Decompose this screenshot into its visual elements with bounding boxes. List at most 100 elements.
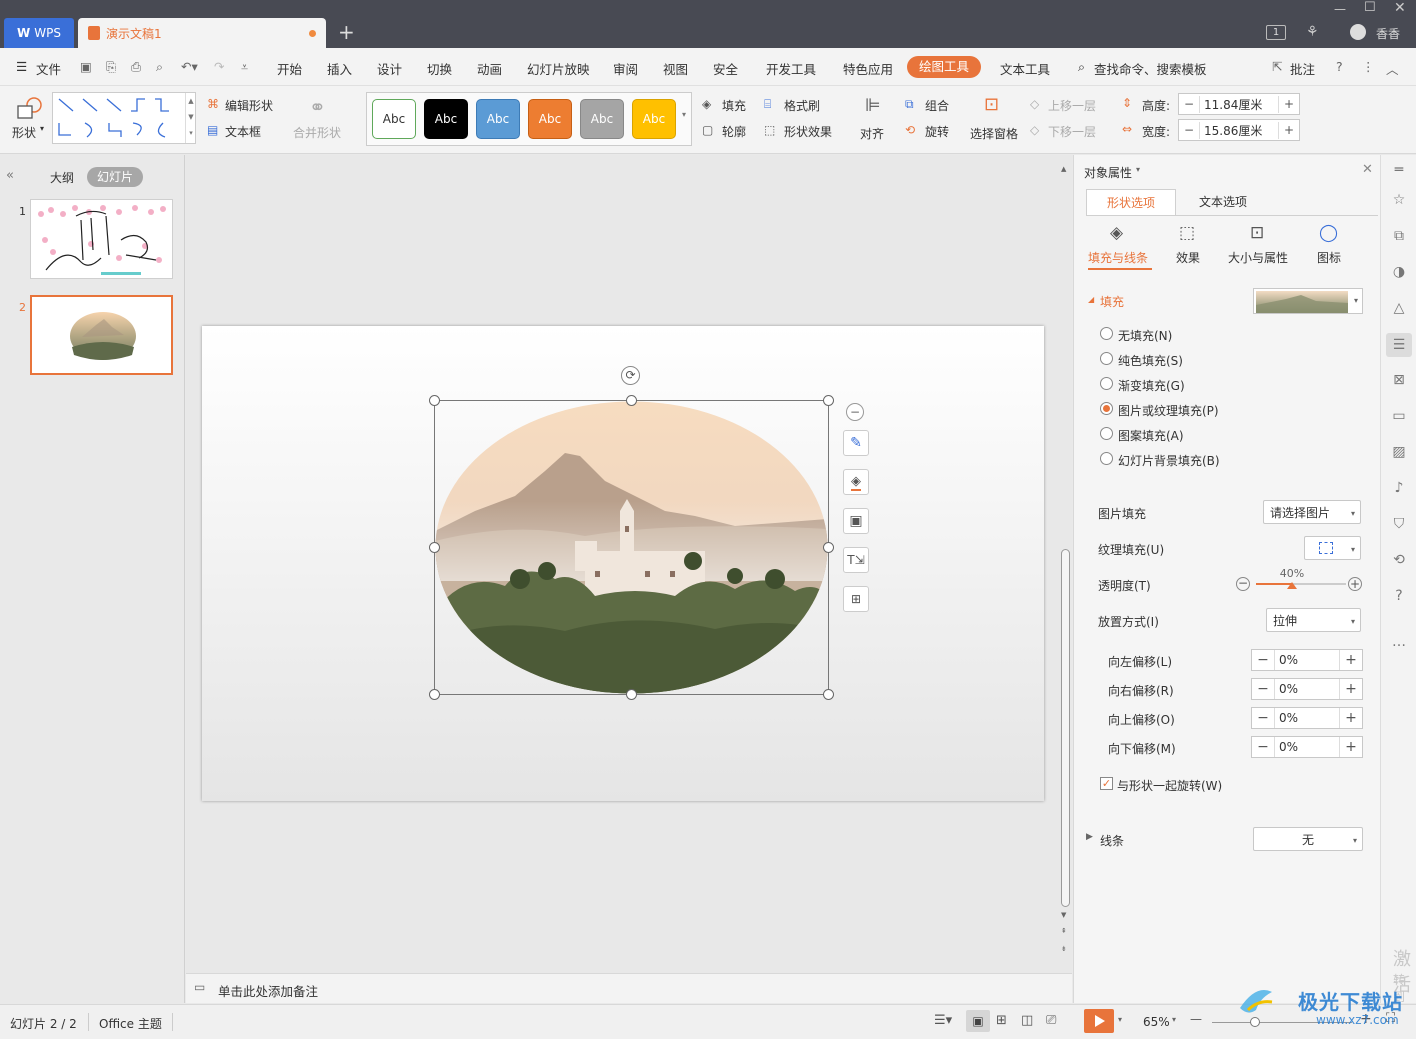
radio-picture-fill[interactable] (1100, 402, 1113, 415)
wps-home-tab[interactable]: W WPS (4, 18, 74, 48)
rotate-button[interactable]: 旋转 (925, 123, 949, 140)
theme-name[interactable]: Office 主题 (99, 1015, 162, 1032)
subtab-size-properties[interactable]: 大小与属性 (1228, 249, 1288, 266)
quick-access-dropdown-icon[interactable]: ⩡ (241, 59, 248, 75)
menu-view[interactable]: 视图 (663, 59, 688, 78)
offset-right-decrease[interactable]: − (1252, 679, 1274, 699)
width-value[interactable]: 15.86厘米 (1199, 121, 1279, 139)
radio-gradient-fill[interactable] (1100, 377, 1113, 390)
line-expand-icon[interactable]: ▶ (1086, 832, 1093, 842)
shield-icon[interactable]: ⛉ (1390, 515, 1408, 533)
subtab-effect[interactable]: 效果 (1176, 249, 1200, 266)
tab-shape-options[interactable]: 形状选项 (1086, 189, 1176, 216)
close-panel-icon[interactable]: ✕ (1362, 162, 1373, 177)
panel-title-dropdown-icon[interactable]: ▾ (1136, 165, 1140, 174)
radio-pattern-fill[interactable] (1100, 427, 1113, 440)
width-field[interactable]: − 15.86厘米 + (1178, 119, 1300, 141)
notes-placeholder[interactable]: 单击此处添加备注 (218, 981, 318, 1000)
document-tab[interactable]: 演示文稿1 (78, 18, 326, 48)
notes-bar[interactable]: ▭ 单击此处添加备注 (186, 973, 1072, 1003)
slide-thumbnail-1[interactable] (30, 199, 173, 279)
label-no-fill[interactable]: 无填充(N) (1118, 327, 1172, 344)
label-pattern-fill[interactable]: 图案填充(A) (1118, 427, 1184, 444)
width-increase-button[interactable]: + (1279, 123, 1299, 137)
shape-gallery[interactable]: ▲ ▼ ▾ (52, 92, 196, 144)
menu-transition[interactable]: 切换 (427, 59, 452, 78)
edit-shape-button[interactable]: 编辑形状 (225, 97, 273, 114)
scroll-down-icon[interactable]: ▼ (1061, 911, 1066, 919)
help-circle-icon[interactable]: ? (1390, 587, 1408, 605)
radio-solid-fill[interactable] (1100, 352, 1113, 365)
undo-icon[interactable]: ↶▾ (181, 59, 198, 74)
offset-top-decrease[interactable]: − (1252, 708, 1274, 728)
resize-handle-ne[interactable] (823, 395, 834, 406)
selected-picture-shape[interactable] (434, 400, 829, 695)
float-layout-icon[interactable]: ⊞ (843, 586, 869, 612)
style-blue[interactable]: Abc (476, 99, 520, 139)
properties-icon[interactable]: ☰ (1386, 333, 1412, 357)
line-dropdown[interactable]: 无 ▾ (1253, 827, 1363, 851)
radio-no-fill[interactable] (1100, 327, 1113, 340)
tab-text-options[interactable]: 文本选项 (1176, 189, 1270, 216)
picture-fill-dropdown[interactable]: 请选择图片 ▾ (1263, 500, 1361, 524)
close-window-icon[interactable]: ✕ (1394, 0, 1406, 16)
height-field[interactable]: − 11.84厘米 + (1178, 93, 1300, 115)
radio-slide-background-fill[interactable] (1100, 452, 1113, 465)
resize-handle-s[interactable] (626, 689, 637, 700)
avatar[interactable] (1350, 24, 1366, 40)
menu-animation[interactable]: 动画 (477, 59, 502, 78)
export-icon[interactable]: ⎘ (106, 59, 116, 75)
offset-right-value[interactable]: 0% (1274, 679, 1340, 699)
sorter-view-icon[interactable]: ⊞ (996, 1013, 1007, 1028)
style-gray[interactable]: Abc (580, 99, 624, 139)
style-gallery-more-icon[interactable]: ▾ (682, 110, 686, 119)
comment-icon[interactable]: ⇱ (1272, 59, 1282, 74)
command-search[interactable]: 查找命令、搜索模板 (1094, 59, 1207, 78)
menu-special-apps[interactable]: 特色应用 (843, 59, 893, 78)
height-decrease-button[interactable]: − (1179, 97, 1199, 111)
collapse-float-tools-icon[interactable]: − (846, 403, 864, 421)
rotate-with-shape-label[interactable]: 与形状一起旋转(W) (1117, 777, 1222, 794)
star-icon[interactable]: ☆ (1390, 191, 1408, 209)
resize-handle-sw[interactable] (429, 689, 440, 700)
height-increase-button[interactable]: + (1279, 97, 1299, 111)
rotate-with-shape-checkbox[interactable]: ✓ (1100, 777, 1113, 790)
bring-forward-button[interactable]: 上移一层 (1048, 97, 1096, 114)
offset-bottom-decrease[interactable]: − (1252, 737, 1274, 757)
menu-review[interactable]: 审阅 (613, 59, 638, 78)
label-gradient-fill[interactable]: 渐变填充(G) (1118, 377, 1185, 394)
offset-right-stepper[interactable]: −0% + (1251, 678, 1363, 700)
copy-icon[interactable]: ⧉ (1390, 227, 1408, 245)
menu-security[interactable]: 安全 (713, 59, 738, 78)
more-dots-icon[interactable]: … (1390, 633, 1408, 651)
comment-button[interactable]: 批注 (1290, 59, 1315, 78)
slide-thumbnail-2[interactable] (30, 295, 173, 375)
label-solid-fill[interactable]: 纯色填充(S) (1118, 352, 1183, 369)
menu-drawing-tools[interactable]: 绘图工具 (907, 56, 981, 78)
next-slide-icon[interactable]: ⇟ (1061, 945, 1067, 953)
play-slideshow-button[interactable] (1084, 1009, 1114, 1033)
image-edit-icon[interactable]: ⊠ (1390, 371, 1408, 389)
more-icon[interactable]: ⋮ (1362, 59, 1375, 74)
print-preview-icon[interactable]: ⌕ (156, 59, 163, 75)
help-icon[interactable]: ? (1336, 59, 1343, 74)
normal-view-icon[interactable]: ▣ (966, 1010, 990, 1032)
picture-icon[interactable]: ▨ (1390, 443, 1408, 461)
transparency-slider-thumb[interactable] (1287, 582, 1297, 589)
offset-right-increase[interactable]: + (1340, 679, 1362, 699)
menu-text-tools[interactable]: 文本工具 (1000, 59, 1050, 78)
resize-handle-e[interactable] (823, 542, 834, 553)
texture-fill-dropdown[interactable]: ▾ (1304, 536, 1361, 560)
history-icon[interactable]: ⟲ (1390, 551, 1408, 569)
resize-handle-w[interactable] (429, 542, 440, 553)
transparency-decrease-icon[interactable]: − (1236, 577, 1250, 591)
menu-developer[interactable]: 开发工具 (766, 59, 816, 78)
offset-bottom-increase[interactable]: + (1340, 737, 1362, 757)
style-black[interactable]: Abc (424, 99, 468, 139)
line-section-title[interactable]: 线条 (1100, 832, 1124, 849)
resize-handle-n[interactable] (626, 395, 637, 406)
transparency-slider[interactable]: 40% (1256, 567, 1346, 589)
menu-home[interactable]: 开始 (277, 59, 302, 78)
transparency-increase-icon[interactable]: + (1348, 577, 1362, 591)
width-decrease-button[interactable]: − (1179, 123, 1199, 137)
